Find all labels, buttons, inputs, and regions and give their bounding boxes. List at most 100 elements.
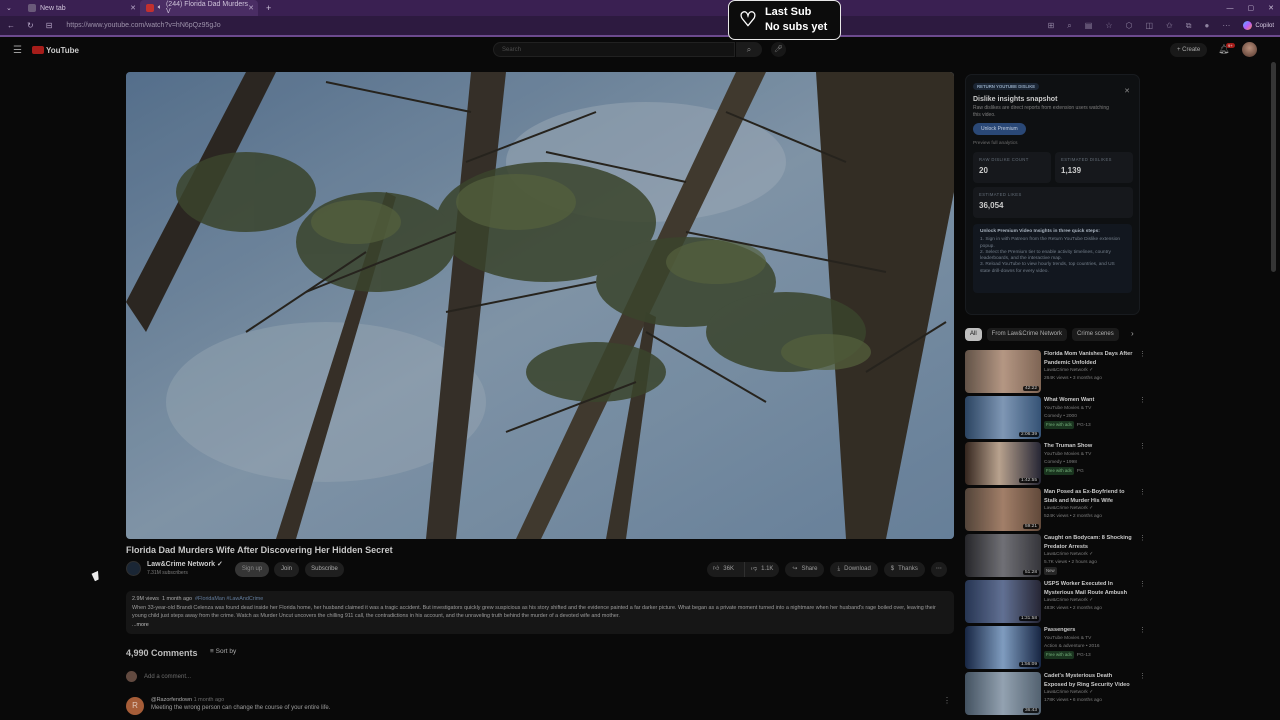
rec-menu-icon[interactable]: ⋮: [1139, 350, 1146, 358]
extension-badge: RETURN YOUTUBE DISLIKE: [973, 83, 1040, 90]
unlock-premium-button[interactable]: Unlock Premium: [973, 123, 1026, 135]
thanks-button[interactable]: $ Thanks: [883, 562, 925, 577]
url-field[interactable]: https://www.youtube.com/watch?v=hN6pQz95…: [66, 22, 220, 29]
dislike-button[interactable]: 👎︎ 1.1K: [743, 562, 779, 577]
youtube-logo[interactable]: YouTube: [31, 46, 79, 55]
rec-channel[interactable]: Law&Crime Network: [1044, 598, 1088, 603]
verified-icon: ✓: [1089, 552, 1094, 557]
share-button[interactable]: ↪ Share: [785, 562, 825, 577]
rec-channel[interactable]: YouTube Movies & TV: [1044, 451, 1136, 459]
tab-new-tab[interactable]: New tab ✕: [22, 0, 140, 16]
video-thumbnail[interactable]: 36:43: [965, 672, 1041, 715]
sort-comments-button[interactable]: ≡ Sort by: [210, 648, 236, 655]
favorites-icon[interactable]: ✩: [1166, 21, 1173, 30]
chip-crime-scenes[interactable]: Crime scenes: [1072, 328, 1119, 341]
read-aloud-icon[interactable]: ⊞: [1048, 21, 1055, 30]
rec-channel[interactable]: Law&Crime Network: [1044, 552, 1088, 557]
close-icon[interactable]: ✕: [1124, 87, 1130, 95]
commenter-avatar[interactable]: R: [126, 697, 144, 715]
more-icon: ⋯: [935, 566, 942, 572]
video-thumbnail[interactable]: 1:31:58: [965, 580, 1041, 623]
add-comment-input[interactable]: Add a comment...: [144, 674, 191, 680]
chip-all[interactable]: All: [965, 328, 982, 341]
rec-menu-icon[interactable]: ⋮: [1139, 672, 1146, 680]
recommendation-item[interactable]: 42:22 Florida Mom Vanishes Days After Pa…: [965, 350, 1146, 394]
immersive-reader-icon[interactable]: ▤: [1085, 21, 1093, 30]
rec-channel[interactable]: YouTube Movies & TV: [1044, 405, 1136, 413]
download-button[interactable]: ⤓ Download: [830, 562, 878, 577]
rec-menu-icon[interactable]: ⋮: [1139, 396, 1146, 404]
show-more-link[interactable]: ...more: [132, 621, 948, 630]
share-label: Share: [801, 566, 818, 572]
channel-name[interactable]: Law&Crime Network ✓: [147, 560, 223, 569]
rec-meta: 524K views • 2 months ago: [1044, 514, 1102, 519]
rec-channel[interactable]: Law&Crime Network: [1044, 690, 1088, 695]
close-tab-icon[interactable]: ✕: [248, 4, 254, 12]
close-window-icon[interactable]: ✕: [1268, 4, 1274, 12]
account-avatar[interactable]: [1242, 42, 1257, 57]
tab-menu-icon[interactable]: ⌄: [6, 4, 12, 12]
site-info-icon[interactable]: ⊟: [46, 21, 53, 30]
recommendation-item[interactable]: 51:28 Caught on Bodycam: 8 Shocking Pred…: [965, 534, 1146, 578]
minimize-icon[interactable]: —: [1227, 5, 1234, 12]
rec-menu-icon[interactable]: ⋮: [1139, 442, 1146, 450]
share-icon: ↪: [792, 566, 798, 572]
comment-author[interactable]: @Razorfendown: [151, 697, 192, 703]
subscribe-button[interactable]: Subscribe: [305, 562, 344, 577]
back-icon[interactable]: ←: [7, 21, 15, 30]
video-thumbnail[interactable]: 1:56:09: [965, 626, 1041, 669]
recommendation-item[interactable]: 1:56:09 Passengers YouTube Movies & TV Act…: [965, 626, 1146, 670]
rec-menu-icon[interactable]: ⋮: [1139, 488, 1146, 496]
preview-analytics-link[interactable]: Preview full analytics: [973, 141, 1132, 146]
video-player[interactable]: [126, 72, 954, 539]
video-description[interactable]: 2.9M views 1 month ago #FloridaMan #LawA…: [126, 591, 954, 634]
comment-menu-icon[interactable]: ⋮: [943, 696, 951, 705]
video-thumbnail[interactable]: 2:06:39: [965, 396, 1041, 439]
microphone-icon[interactable]: 🎤︎: [771, 42, 786, 57]
new-tab-icon[interactable]: +: [266, 3, 271, 13]
copilot-button[interactable]: Copilot: [1243, 21, 1274, 30]
rec-menu-icon[interactable]: ⋮: [1139, 534, 1146, 542]
collections-icon[interactable]: ⧉: [1186, 21, 1192, 31]
like-button[interactable]: 👍︎ 36K: [707, 562, 740, 577]
join-button[interactable]: Join: [274, 562, 299, 577]
recommendation-item[interactable]: 1:42:55 The Truman Show YouTube Movies & …: [965, 442, 1146, 486]
rec-channel[interactable]: Law&Crime Network: [1044, 506, 1088, 511]
profile-icon[interactable]: ●: [1204, 21, 1209, 30]
search-icon[interactable]: ⌕: [736, 42, 762, 57]
favorite-star-icon[interactable]: ☆: [1105, 21, 1112, 30]
split-screen-icon[interactable]: ◫: [1145, 21, 1153, 30]
maximize-icon[interactable]: ▢: [1248, 4, 1255, 12]
more-actions-button[interactable]: ⋯: [930, 562, 947, 577]
menu-icon[interactable]: ☰: [13, 45, 22, 56]
chip-from-channel[interactable]: From Law&Crime Network: [986, 328, 1068, 341]
rec-menu-icon[interactable]: ⋮: [1139, 580, 1146, 588]
chevron-right-icon[interactable]: ›: [1131, 329, 1134, 338]
rec-channel[interactable]: YouTube Movies & TV: [1044, 635, 1136, 643]
step-item: 3. Reload YouTube to view hourly trends,…: [980, 262, 1115, 274]
recommendation-item[interactable]: 59:21 Man Posed as Ex-Boyfriend to Stalk…: [965, 488, 1146, 532]
rec-channel[interactable]: Law&Crime Network: [1044, 368, 1088, 373]
extension-icon[interactable]: ⬡: [1126, 21, 1133, 30]
recommendation-item[interactable]: 1:31:58 USPS Worker Executed In Mysterio…: [965, 580, 1146, 624]
recommendation-item[interactable]: 36:43 Cadet's Mysterious Death Exposed b…: [965, 672, 1146, 716]
page-scrollbar[interactable]: [1271, 62, 1276, 272]
video-thumbnail[interactable]: 1:42:55: [965, 442, 1041, 485]
zoom-icon[interactable]: ⌕: [1067, 21, 1071, 31]
search-input[interactable]: Search: [493, 42, 735, 57]
create-label: Create: [1182, 47, 1201, 53]
video-thumbnail[interactable]: 59:21: [965, 488, 1041, 531]
recommendation-item[interactable]: 2:06:39 What Women Want YouTube Movies & …: [965, 396, 1146, 440]
hashtags[interactable]: #FloridaMan #LawAndCrime: [195, 596, 263, 602]
channel-avatar[interactable]: [126, 561, 141, 576]
more-icon[interactable]: ⋯: [1222, 21, 1230, 30]
close-tab-icon[interactable]: ✕: [130, 4, 136, 12]
video-thumbnail[interactable]: 42:22: [965, 350, 1041, 393]
video-thumbnail[interactable]: 51:28: [965, 534, 1041, 577]
create-button[interactable]: + Create: [1170, 43, 1208, 57]
refresh-icon[interactable]: ↻: [27, 21, 34, 30]
tab-youtube[interactable]: 🔈︎ (244) Florida Dad Murders V ✕: [140, 0, 258, 16]
stat-label: ESTIMATED LIKES: [979, 192, 1022, 197]
sign-up-button[interactable]: Sign up: [235, 562, 269, 577]
rec-menu-icon[interactable]: ⋮: [1139, 626, 1146, 634]
